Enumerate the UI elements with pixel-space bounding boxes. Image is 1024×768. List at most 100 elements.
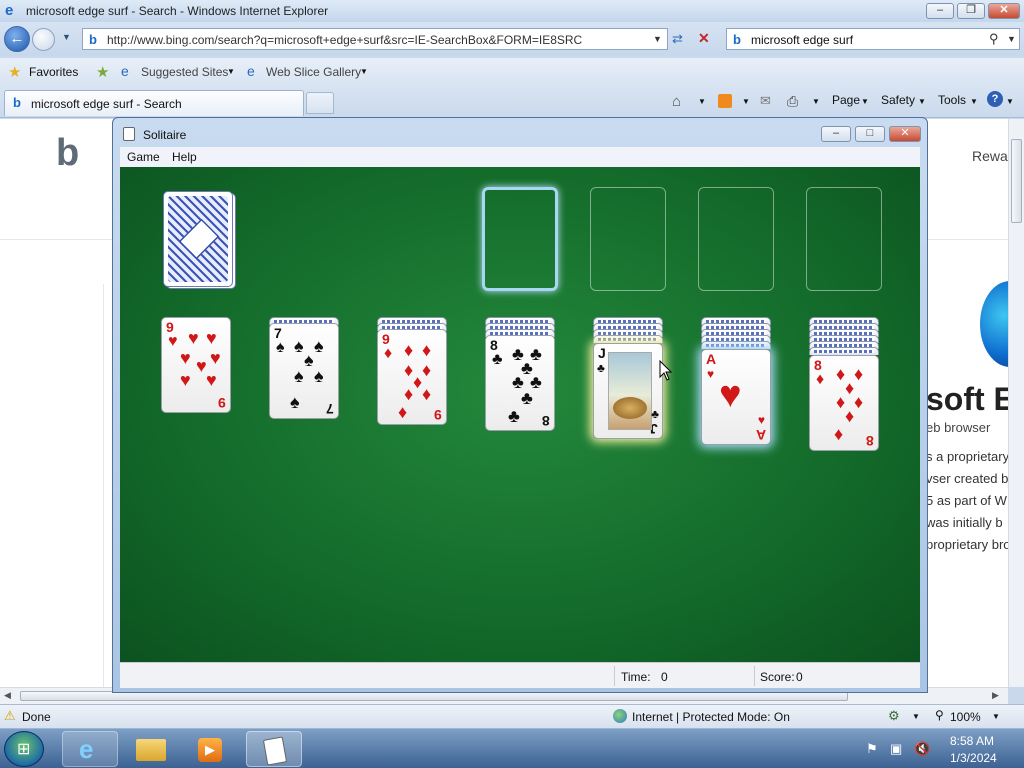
diamond-pip-icon: ♦ xyxy=(422,340,432,360)
stop-icon[interactable]: ✕ xyxy=(698,30,710,47)
windows-logo-icon: ⊞ xyxy=(17,741,31,758)
address-bar[interactable]: b http://www.bing.com/search?q=microsoft… xyxy=(82,28,668,50)
print-icon[interactable]: ⎙ xyxy=(787,93,798,110)
tableau-card-9-hearts[interactable]: 9 9 ♥ ♥ ♥ ♥ ♥ ♥ ♥ ♥ xyxy=(161,317,231,413)
tableau-card-8-diamonds[interactable]: 8 8 ♦ ♦ ♦ ♦ ♦ ♦ ♦ ♦ xyxy=(809,355,879,451)
tableau-card-9-diamonds[interactable]: 9 9 ♦ ♦ ♦ ♦ ♦ ♦ ♦ ♦ ♦ xyxy=(377,329,447,425)
club-pip-icon: ♣ xyxy=(508,406,520,426)
suggested-dropdown-icon[interactable]: ▼ xyxy=(227,67,235,76)
home-dropdown-icon[interactable]: ▼ xyxy=(698,97,706,106)
tools-menu[interactable]: Tools xyxy=(938,93,966,107)
bing-logo-icon: b xyxy=(56,132,80,174)
heart-pip-icon: ♥ xyxy=(180,370,191,390)
diamond-pip-icon: ♦ xyxy=(404,384,414,404)
popup-dropdown-icon[interactable]: ▼ xyxy=(912,712,920,721)
web-slice-dropdown-icon[interactable]: ▼ xyxy=(360,67,368,76)
vertical-scroll-thumb[interactable] xyxy=(1011,139,1022,223)
diamond-pip-icon: ♦ xyxy=(834,424,844,444)
page-dropdown-icon[interactable]: ▼ xyxy=(861,97,869,106)
hidden-card-edge xyxy=(701,341,771,349)
zoom-level[interactable]: 100% xyxy=(950,710,981,724)
foundation-slot[interactable] xyxy=(590,187,666,291)
search-dropdown-icon[interactable]: ▼ xyxy=(1007,34,1016,44)
spade-pip-icon: ♠ xyxy=(304,350,314,370)
tools-dropdown-icon[interactable]: ▼ xyxy=(970,97,978,106)
action-center-flag-icon[interactable]: ⚑ xyxy=(866,741,878,757)
maximize-button[interactable]: ❐ xyxy=(957,3,985,19)
forward-button[interactable] xyxy=(32,28,55,51)
bird-nest-icon xyxy=(613,397,647,419)
club-pip-icon: ♣ xyxy=(651,407,659,421)
tableau-card-7-spades[interactable]: 7 7 ♠ ♠ ♠ ♠ ♠ ♠ ♠ xyxy=(269,323,339,419)
search-input[interactable]: microsoft edge surf xyxy=(751,33,853,47)
stock-pile-card[interactable] xyxy=(163,191,233,287)
safety-menu[interactable]: Safety xyxy=(881,93,915,107)
foundation-slot[interactable] xyxy=(482,187,558,291)
diamond-pip-icon: ♦ xyxy=(836,364,846,384)
vertical-scrollbar[interactable] xyxy=(1008,119,1024,687)
rewards-link[interactable]: Rewa xyxy=(972,148,1008,164)
feeds-dropdown-icon[interactable]: ▼ xyxy=(742,97,750,106)
tableau-card-ace-hearts[interactable]: A A ♥ ♥ ♥ xyxy=(701,349,771,445)
history-dropdown-icon[interactable]: ▼ xyxy=(62,32,71,42)
zoom-icon[interactable]: ⚲ xyxy=(935,708,944,722)
spade-pip-icon: ♠ xyxy=(314,336,324,356)
search-magnifier-icon[interactable]: ⚲ xyxy=(989,31,999,47)
security-zone-text[interactable]: Internet | Protected Mode: On xyxy=(632,710,790,724)
foundation-slot[interactable] xyxy=(698,187,774,291)
taskbar-solitaire[interactable] xyxy=(246,731,302,767)
close-button[interactable]: ✕ xyxy=(988,3,1020,19)
zoom-dropdown-icon[interactable]: ▼ xyxy=(992,712,1000,721)
solitaire-close-button[interactable]: ✕ xyxy=(889,126,921,142)
navigation-bar: ← ▼ b http://www.bing.com/search?q=micro… xyxy=(0,22,1024,56)
solitaire-maximize-button[interactable]: □ xyxy=(855,126,885,142)
search-box[interactable]: b microsoft edge surf ⚲ ▼ xyxy=(726,28,1020,50)
volume-muted-icon[interactable]: 🔇 xyxy=(914,741,930,757)
status-divider xyxy=(614,666,615,686)
scroll-right-icon[interactable]: ▶ xyxy=(992,690,999,701)
minimize-button[interactable]: – xyxy=(926,3,954,19)
taskbar-media-player[interactable]: ▶ xyxy=(182,731,238,767)
clock-date[interactable]: 1/3/2024 xyxy=(950,751,997,765)
help-dropdown-icon[interactable]: ▼ xyxy=(1006,97,1014,106)
suggested-sites-link[interactable]: Suggested Sites xyxy=(141,65,228,79)
feeds-icon[interactable] xyxy=(718,94,732,108)
refresh-icon[interactable]: ⇄ xyxy=(672,31,683,47)
web-slice-gallery-link[interactable]: Web Slice Gallery xyxy=(266,65,361,79)
print-dropdown-icon[interactable]: ▼ xyxy=(812,97,820,106)
heart-pip-icon: ♥ xyxy=(168,333,178,350)
time-label: Time: xyxy=(621,670,651,684)
scroll-left-icon[interactable]: ◀ xyxy=(4,690,11,701)
game-felt: 9 9 ♥ ♥ ♥ ♥ ♥ ♥ ♥ ♥ 7 7 ♠ ♠ ♠ ♠ ♠ ♠ ♠ 9 xyxy=(120,167,920,662)
menu-game[interactable]: Game xyxy=(127,150,160,164)
start-button[interactable]: ⊞ xyxy=(4,731,44,767)
solitaire-menu-bar: Game Help xyxy=(120,147,920,167)
solitaire-app-icon xyxy=(123,127,135,141)
new-tab-button[interactable] xyxy=(306,92,334,114)
tableau-card-8-clubs[interactable]: 8 8 ♣ ♣ ♣ ♣ ♣ ♣ ♣ ♣ xyxy=(485,335,555,431)
back-button[interactable]: ← xyxy=(4,26,30,52)
taskbar-explorer[interactable] xyxy=(122,731,178,767)
tab-microsoft-edge-surf[interactable]: b microsoft edge surf - Search xyxy=(4,90,304,116)
clock-time[interactable]: 8:58 AM xyxy=(950,734,994,748)
tableau-card-jack-clubs[interactable]: J J ♣ ♣ xyxy=(593,343,663,439)
page-menu[interactable]: Page xyxy=(832,93,860,107)
help-icon[interactable]: ? xyxy=(987,91,1003,107)
heart-pip-icon: ♥ xyxy=(707,367,715,381)
network-icon[interactable]: ▣ xyxy=(890,741,902,757)
card-rank: 9 xyxy=(166,319,174,335)
home-icon[interactable]: ⌂ xyxy=(672,93,681,110)
popup-blocker-icon[interactable]: ⚙ xyxy=(888,708,900,724)
add-favorites-icon[interactable]: ★ xyxy=(96,63,109,81)
address-input[interactable]: http://www.bing.com/search?q=microsoft+e… xyxy=(107,33,582,47)
taskbar-internet-explorer[interactable]: e xyxy=(62,731,118,767)
address-dropdown-icon[interactable]: ▼ xyxy=(653,34,662,44)
safety-dropdown-icon[interactable]: ▼ xyxy=(918,97,926,106)
favorites-button[interactable]: Favorites xyxy=(29,65,78,79)
solitaire-minimize-button[interactable]: – xyxy=(821,126,851,142)
menu-help[interactable]: Help xyxy=(172,150,197,164)
mail-icon[interactable]: ✉ xyxy=(760,93,771,109)
club-pip-icon: ♣ xyxy=(597,361,605,375)
card-rank: A xyxy=(706,351,717,367)
foundation-slot[interactable] xyxy=(806,187,882,291)
